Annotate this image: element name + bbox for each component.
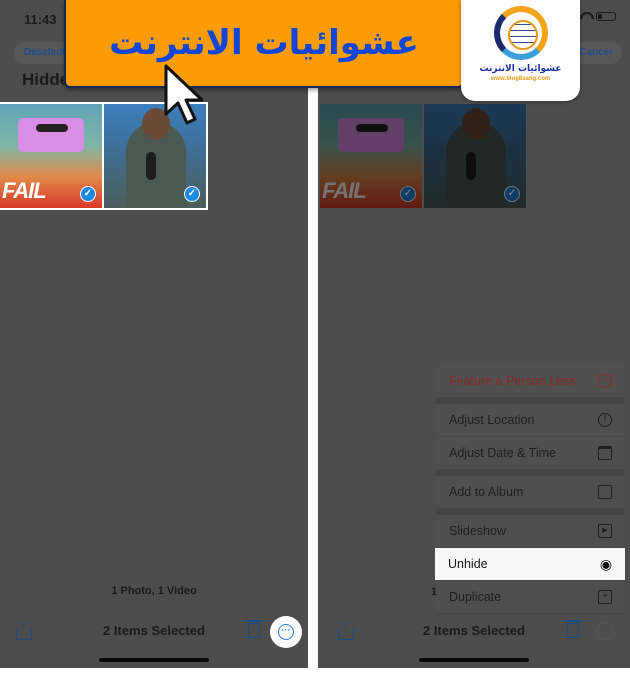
menu-item-label: Add to Album [449,485,524,499]
wifi-icon [579,12,591,21]
bottom-toolbar: ↑ 2 Items Selected [318,616,630,646]
selected-checkmark-icon: ✓ [184,186,200,202]
home-indicator [419,658,529,662]
mouse-pointer-icon [164,64,204,125]
logo-url: www.blog8sang.com [490,76,551,82]
menu-item-adjust-location[interactable]: Adjust Location ! [436,404,624,437]
home-indicator [99,658,209,662]
logo-name: عشوائيات الانترنت [479,64,562,74]
status-icons [579,12,616,21]
menu-item-adjust-date-time[interactable]: Adjust Date & Time [436,437,624,470]
photo-thumbnail: FAIL ✓ [320,104,422,208]
selection-count-title: 2 Items Selected [423,623,525,638]
thumbnail-person [126,108,186,208]
selected-checkmark-icon: ✓ [400,186,416,202]
ellipsis-circle-icon[interactable] [596,622,614,640]
thumbnail-mic [146,152,156,180]
menu-item-slideshow[interactable]: Slideshow ▶ [436,515,624,548]
bottom-toolbar: ↑ 2 Items Selected ··· [0,616,308,648]
add-to-album-icon [598,485,612,499]
ellipsis-circle-icon: ··· [278,624,294,640]
menu-item-feature-person-less[interactable]: Feature a Person Less − [436,365,624,398]
tutorial-composite: 11:43 Deselect All Hidden FAIL ✓ ✓ 1 Pho… [0,0,630,673]
watermark-banner-text: عشوائيات الانترنت [109,23,419,63]
menu-item-label: Duplicate [449,590,502,604]
thumbnail-person [446,108,506,208]
battery-icon [596,12,616,21]
menu-item-label: Slideshow [449,524,506,538]
play-rectangle-icon: ▶ [598,524,612,538]
eye-icon: ◉ [599,556,613,572]
thumbnail-art [18,118,84,152]
thumbnail-caption: FAIL [322,178,367,203]
status-time: 11:43 [24,12,57,27]
duplicate-icon: + [598,590,612,604]
calendar-clock-icon [598,446,612,460]
trash-icon[interactable] [246,620,262,638]
minus-circle-icon: − [598,374,612,388]
selected-checkmark-icon: ✓ [504,186,520,202]
menu-item-unhide[interactable]: Unhide ◉ [435,548,625,581]
selected-checkmark-icon: ✓ [80,186,96,202]
menu-item-label: Unhide [448,557,488,571]
video-thumbnail: ✓ [424,104,526,208]
menu-item-add-to-album[interactable]: Add to Album [436,476,624,509]
menu-item-label: Feature a Person Less [449,374,576,388]
photo-grid: FAIL ✓ ✓ [320,104,526,208]
items-count-label: 1 Photo, 1 Video [111,585,197,597]
menu-item-label: Adjust Location [449,413,535,427]
thumbnail-art [338,118,404,152]
menu-item-label: Adjust Date & Time [449,446,556,460]
globe-logo-icon [493,6,548,60]
context-menu: Feature a Person Less − Adjust Location … [435,365,625,614]
site-logo: عشوائيات الانترنت www.blog8sang.com [461,0,580,101]
thumbnail-caption: FAIL [2,178,47,203]
trash-icon[interactable] [565,620,581,638]
menu-item-duplicate[interactable]: Duplicate + [436,581,624,614]
thumbnail-mic [466,152,476,180]
watermark-banner: عشوائيات الانترنت [64,0,464,88]
photo-thumbnail[interactable]: FAIL ✓ [0,102,104,210]
location-info-icon: ! [598,413,612,427]
selection-count-title: 2 Items Selected [103,623,205,638]
more-options-button[interactable]: ··· [270,616,302,648]
left-phone-screen: 11:43 Deselect All Hidden FAIL ✓ ✓ 1 Pho… [0,0,308,668]
